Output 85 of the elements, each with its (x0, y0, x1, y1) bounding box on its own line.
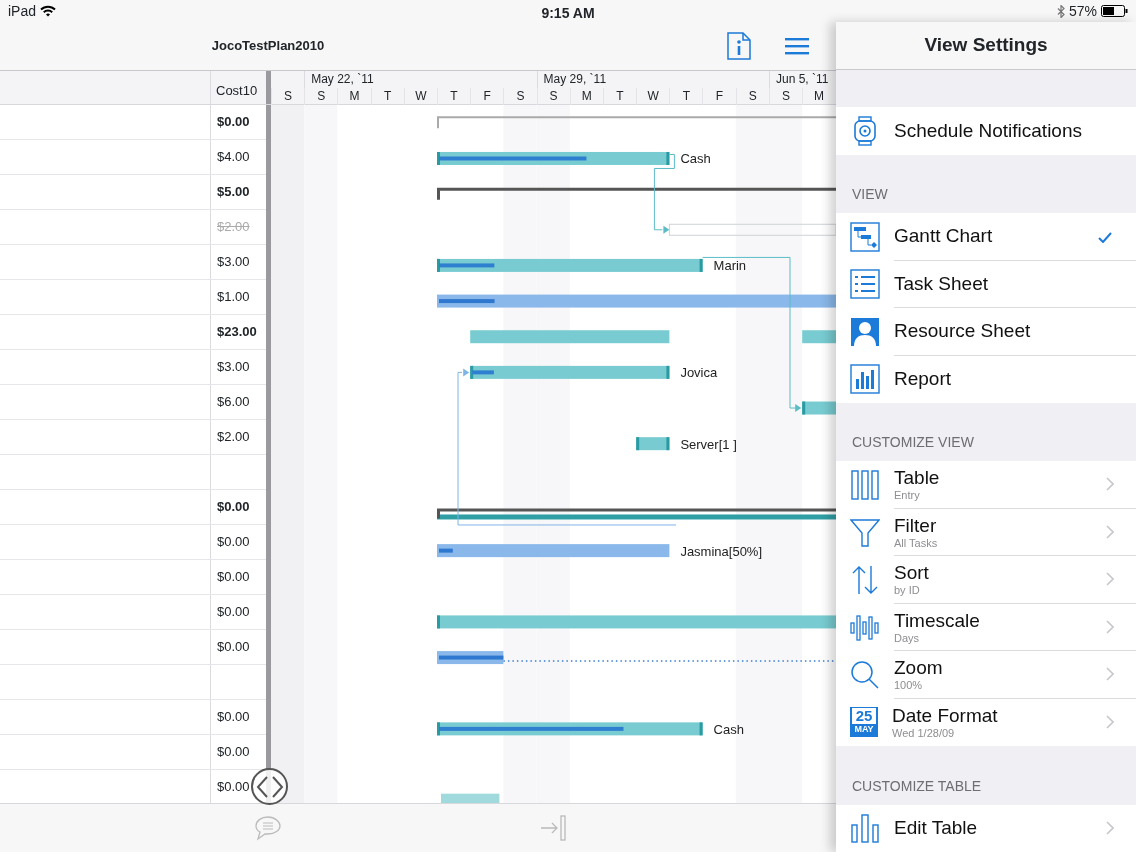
clock-time: 9:15 AM (541, 4, 595, 23)
settings-item[interactable]: 25 MAY Date Format Wed 1/28/09 (836, 698, 1136, 747)
cost-cell-text: $6.00 (216, 394, 250, 410)
device-name: iPad (8, 1, 37, 21)
timescale-icon (850, 612, 880, 643)
columns-icon (850, 813, 880, 844)
settings-item[interactable]: Timescale Days (836, 603, 1136, 652)
day-label: M (337, 88, 371, 105)
day-label: T (669, 88, 703, 105)
week-label: May 29, `11 (543, 72, 607, 86)
settings-item[interactable]: Filter All Tasks (836, 508, 1136, 557)
cost-cell-text: $0.00 (216, 709, 250, 725)
chevron-right-icon (1106, 714, 1114, 729)
settings-item[interactable]: Report (836, 355, 1136, 403)
gantt-chart-icon (850, 221, 880, 252)
cost-cell-text: $0.00 (216, 114, 250, 130)
panel-title: View Settings (924, 33, 1048, 57)
resource-label: Jovica (680, 365, 718, 381)
battery-icon (1101, 5, 1128, 17)
cost-cell-text: $0.00 (216, 499, 250, 515)
person-icon (850, 316, 880, 347)
week-label: May 22, `11 (311, 72, 374, 86)
list-icon (850, 269, 880, 300)
day-label: M (802, 88, 836, 105)
bluetooth-icon (1056, 4, 1065, 18)
day-label: F (702, 88, 736, 105)
day-label: T (436, 88, 471, 105)
settings-item[interactable]: Resource Sheet (836, 308, 1136, 356)
cost-cell-text: $3.00 (216, 359, 250, 375)
day-label: F (470, 88, 504, 105)
section-header: VIEW (852, 185, 888, 205)
cost-cell-text: $4.00 (216, 149, 250, 165)
bar-chart-icon (850, 364, 880, 395)
cost-cell-text: $0.00 (216, 639, 250, 655)
chevron-right-icon (1106, 572, 1114, 587)
settings-item[interactable]: Zoom 100% (836, 651, 1136, 699)
cost-cell-text: $23.00 (216, 324, 257, 340)
settings-item[interactable]: Sort by ID (836, 556, 1136, 604)
chevron-right-icon (1106, 524, 1114, 539)
cost-cell-text: $1.00 (216, 289, 250, 305)
chevron-right-icon (1106, 619, 1114, 634)
info-button[interactable] (727, 32, 751, 60)
resource-label: Cash (713, 721, 744, 737)
resource-label: Marin (713, 258, 747, 274)
cost-cell-text: $5.00 (216, 184, 250, 200)
columns-icon (850, 470, 880, 501)
cost-cell-text: $0.00 (216, 779, 250, 795)
document-title: JocoTestPlan2010 (210, 37, 326, 56)
cost-cell-text: $3.00 (216, 254, 250, 270)
settings-item[interactable]: Schedule Notifications (836, 107, 1136, 155)
day-label: T (370, 88, 404, 105)
arrow-to-bar-icon (540, 815, 568, 841)
menu-icon (785, 38, 809, 56)
cost-cell-text: $0.00 (216, 569, 250, 585)
left-right-chevron-icon (255, 775, 284, 798)
day-label: W (636, 88, 670, 105)
settings-item[interactable]: Gantt Chart (836, 213, 1136, 261)
week-label: Jun 5, `11 (775, 72, 829, 86)
section-header: CUSTOMIZE VIEW (852, 433, 974, 453)
search-icon (850, 660, 880, 690)
resource-label: Cash (680, 151, 711, 167)
resource-label: Server[1 ] (680, 436, 737, 452)
day-label: W (403, 88, 437, 105)
calendar-icon: 25 MAY (850, 707, 878, 738)
column-header: Cost10 (216, 81, 258, 100)
speech-bubble-icon (254, 815, 282, 841)
filter-icon (850, 517, 880, 548)
settings-item[interactable]: Task Sheet (836, 260, 1136, 309)
wifi-icon (40, 5, 57, 17)
cost-cell-text: $0.00 (216, 604, 250, 620)
document-info-icon (727, 32, 751, 60)
chevron-right-icon (1106, 667, 1114, 682)
chevron-right-icon (1106, 820, 1114, 835)
resource-label: Jasmina[50%] (680, 543, 763, 559)
day-label: T (602, 88, 637, 105)
settings-item[interactable]: Table Entry (836, 461, 1136, 509)
section-header: CUSTOMIZE TABLE (852, 776, 982, 796)
sort-icon (850, 565, 880, 596)
cost-cell-text: $2.00 (216, 219, 250, 235)
chevron-right-icon (1106, 477, 1114, 492)
cost-cell-text: $0.00 (216, 744, 250, 760)
cost-cell-text: $0.00 (216, 534, 250, 550)
cost-cell-text: $2.00 (216, 429, 250, 445)
battery-percent: 57% (1068, 1, 1097, 21)
settings-item[interactable]: Edit Table (836, 804, 1136, 852)
